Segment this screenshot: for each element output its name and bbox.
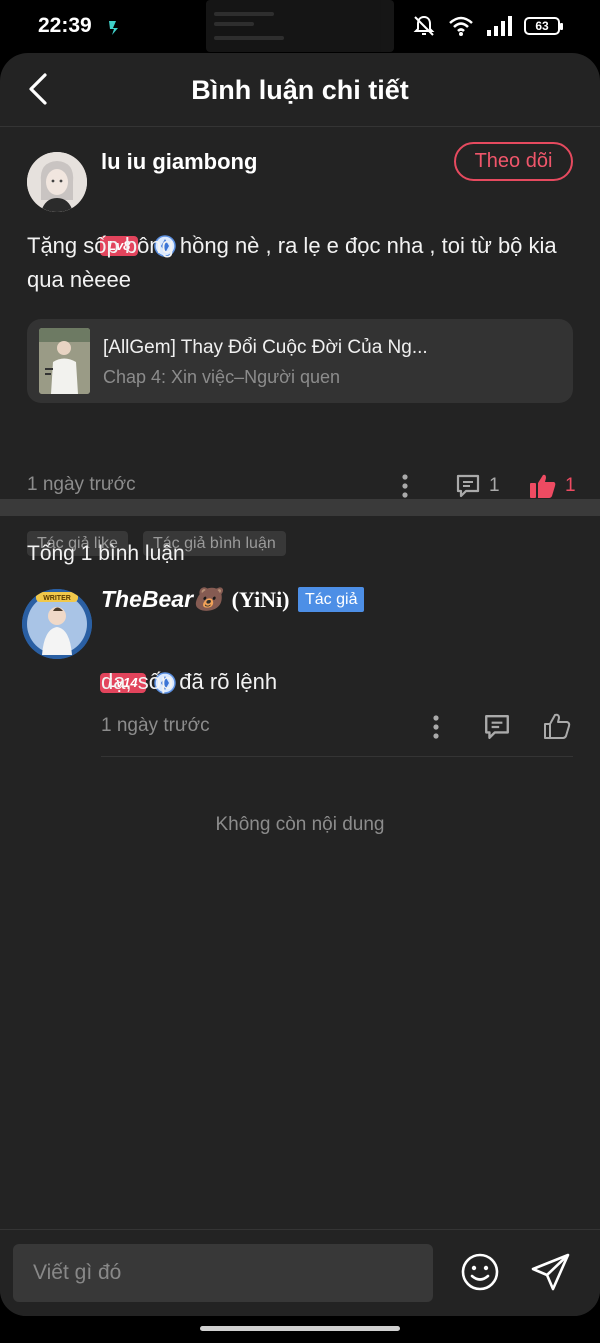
comment-icon — [456, 474, 480, 498]
signal-icon — [487, 16, 512, 36]
reply-meta: 1 ngày trước — [101, 713, 573, 757]
comment-composer: Viết gì đó — [0, 1229, 600, 1316]
battery-icon: 63 — [524, 17, 563, 35]
status-time: 22:39 — [38, 14, 92, 37]
avatar-image — [27, 152, 87, 212]
book-cover-image — [39, 328, 90, 394]
thumbs-up-icon[interactable] — [542, 711, 572, 741]
home-indicator[interactable] — [200, 1326, 400, 1331]
chapter-card-title: [AllGem] Thay Đổi Cuộc Đời Của Ng... — [103, 337, 428, 358]
like-button[interactable]: 1 — [529, 473, 576, 499]
svg-text:WRITER: WRITER — [43, 595, 71, 602]
avatar[interactable] — [27, 152, 87, 212]
author-badge: Tác giả — [298, 587, 365, 612]
end-of-content: Không còn nội dung — [215, 814, 385, 835]
thumbs-up-icon — [530, 474, 556, 498]
comment-detail-sheet: Bình luận chi tiết lu iu giambong Lv8 Th… — [0, 53, 600, 1316]
reply-count-button[interactable]: 1 — [455, 473, 500, 499]
reply-avatar-image: WRITER — [22, 589, 92, 659]
comment-icon[interactable] — [483, 713, 511, 741]
like-count: 1 — [565, 475, 576, 496]
chapter-card[interactable]: [AllGem] Thay Đổi Cuộc Đời Của Ng... Cha… — [27, 319, 573, 403]
mute-icon — [413, 15, 435, 36]
status-bar: 22:39 63 — [0, 0, 600, 56]
wifi-icon — [449, 16, 473, 36]
reply-text: dạ, sốp đã rõ lệnh — [101, 669, 278, 694]
comment-username[interactable]: lu iu giambong — [101, 149, 257, 175]
chapter-card-subtitle: Chap 4: Xin việc–Người quen — [103, 367, 340, 387]
send-icon[interactable] — [530, 1251, 572, 1293]
reply-avatar[interactable]: WRITER — [22, 589, 92, 659]
reply-username[interactable]: TheBear🐻 (YiNi) — [101, 586, 290, 613]
more-options-icon[interactable] — [430, 713, 442, 741]
status-icons: 63 — [412, 14, 563, 38]
emoji-icon[interactable] — [459, 1251, 501, 1293]
comment-text: Tặng sốp bông hồng nè , ra lẹ e đọc nha … — [27, 233, 557, 292]
follow-button[interactable]: Theo dõi — [454, 142, 573, 181]
reply-count: 1 — [489, 475, 500, 496]
background-preview — [206, 0, 394, 52]
header: Bình luận chi tiết — [0, 53, 600, 127]
reply-time: 1 ngày trước — [101, 715, 210, 736]
comment-meta: 1 ngày trước 1 1 — [27, 472, 576, 502]
comment-input[interactable]: Viết gì đó — [13, 1244, 433, 1302]
section-divider — [0, 499, 600, 516]
comment-time: 1 ngày trước — [27, 474, 136, 495]
app-notification-icon — [109, 21, 118, 35]
replies-total: Tổng 1 bình luận — [27, 542, 185, 565]
more-options-icon[interactable] — [399, 472, 411, 500]
page-title: Bình luận chi tiết — [191, 75, 409, 105]
